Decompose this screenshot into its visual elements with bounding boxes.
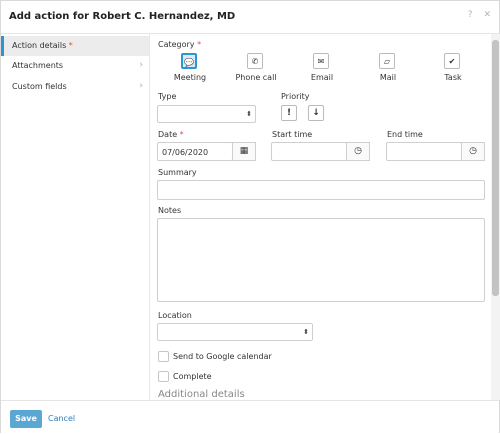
google-calendar-checkbox[interactable] (158, 351, 169, 362)
google-calendar-label: Send to Google calendar (173, 352, 272, 361)
dialog-header: Add action for Robert C. Hernandez, MD ?… (1, 1, 499, 34)
chevron-right-icon: › (139, 81, 143, 91)
category-label: Task (444, 73, 462, 82)
required-marker: * (68, 41, 73, 50)
sidebar-item-action-details[interactable]: Action details * (1, 36, 149, 56)
category-mail[interactable]: ▱ Mail (358, 53, 418, 87)
type-label: Type (158, 92, 177, 101)
sidebar-item-attachments[interactable]: Attachments › (1, 56, 149, 76)
complete-checkbox[interactable] (158, 371, 169, 382)
note-icon: ▱ (379, 53, 395, 69)
summary-input[interactable] (157, 180, 485, 200)
type-select[interactable]: ⬍ (157, 105, 256, 123)
phone-icon: ✆ (247, 53, 263, 69)
sidebar-item-label: Custom fields (12, 82, 67, 91)
priority-high-button[interactable]: ! (281, 105, 297, 121)
category-meeting[interactable]: 💬 Meeting (160, 53, 220, 87)
category-label: Email (310, 73, 334, 82)
summary-label: Summary (158, 168, 197, 177)
clock-icon[interactable]: ◷ (461, 142, 485, 161)
category-label: Category * (158, 40, 202, 49)
start-time-input[interactable] (271, 142, 347, 161)
location-select[interactable]: ⬍ (157, 323, 313, 341)
date-input[interactable]: 07/06/2020 (157, 142, 233, 161)
save-button[interactable]: Save (10, 410, 42, 428)
chevron-right-icon: › (139, 60, 143, 70)
category-label: Meeting (173, 73, 207, 82)
scrollbar[interactable] (491, 34, 500, 400)
end-time-label: End time (387, 130, 423, 139)
help-icon[interactable]: ? (468, 10, 473, 20)
sidebar-item-custom-fields[interactable]: Custom fields › (1, 77, 149, 97)
category-label: Mail (379, 73, 397, 82)
dialog-footer: Save Cancel (1, 400, 499, 434)
sidebar-item-label: Action details * (12, 41, 73, 50)
additional-details-heading: Additional details (158, 389, 245, 400)
scrollbar-thumb[interactable] (492, 40, 499, 296)
complete-label: Complete (173, 372, 212, 381)
category-task[interactable]: ✔ Task (423, 53, 483, 87)
chevron-updown-icon: ⬍ (303, 328, 309, 336)
cancel-link[interactable]: Cancel (48, 414, 75, 423)
location-label: Location (158, 311, 192, 320)
priority-low-button[interactable]: ↓ (308, 105, 324, 121)
header-icons: ? ✕ (460, 10, 491, 20)
checkmark-icon: ✔ (444, 53, 460, 69)
chevron-updown-icon: ⬍ (246, 110, 252, 118)
sidebar-item-label: Attachments (12, 61, 64, 70)
category-label: Phone call (235, 73, 277, 82)
end-time-input[interactable] (386, 142, 462, 161)
chat-bubble-icon: 💬 (181, 53, 197, 69)
envelope-icon: ✉ (313, 53, 329, 69)
category-email[interactable]: ✉ Email (292, 53, 352, 87)
calendar-icon[interactable]: ▦ (232, 142, 256, 161)
clock-icon[interactable]: ◷ (346, 142, 370, 161)
notes-label: Notes (158, 206, 182, 215)
start-time-label: Start time (272, 130, 313, 139)
close-icon[interactable]: ✕ (483, 10, 491, 20)
priority-label: Priority (281, 92, 310, 101)
dialog-title: Add action for Robert C. Hernandez, MD (9, 11, 236, 22)
sidebar: Action details * Attachments › Custom fi… (1, 34, 150, 400)
form-content: Category * 💬 Meeting ✆ Phone call ✉ Emai… (150, 34, 490, 400)
date-label: Date * (158, 130, 184, 139)
category-phone-call[interactable]: ✆ Phone call (226, 53, 286, 87)
notes-textarea[interactable] (157, 218, 485, 302)
add-action-dialog: Add action for Robert C. Hernandez, MD ?… (0, 0, 500, 434)
